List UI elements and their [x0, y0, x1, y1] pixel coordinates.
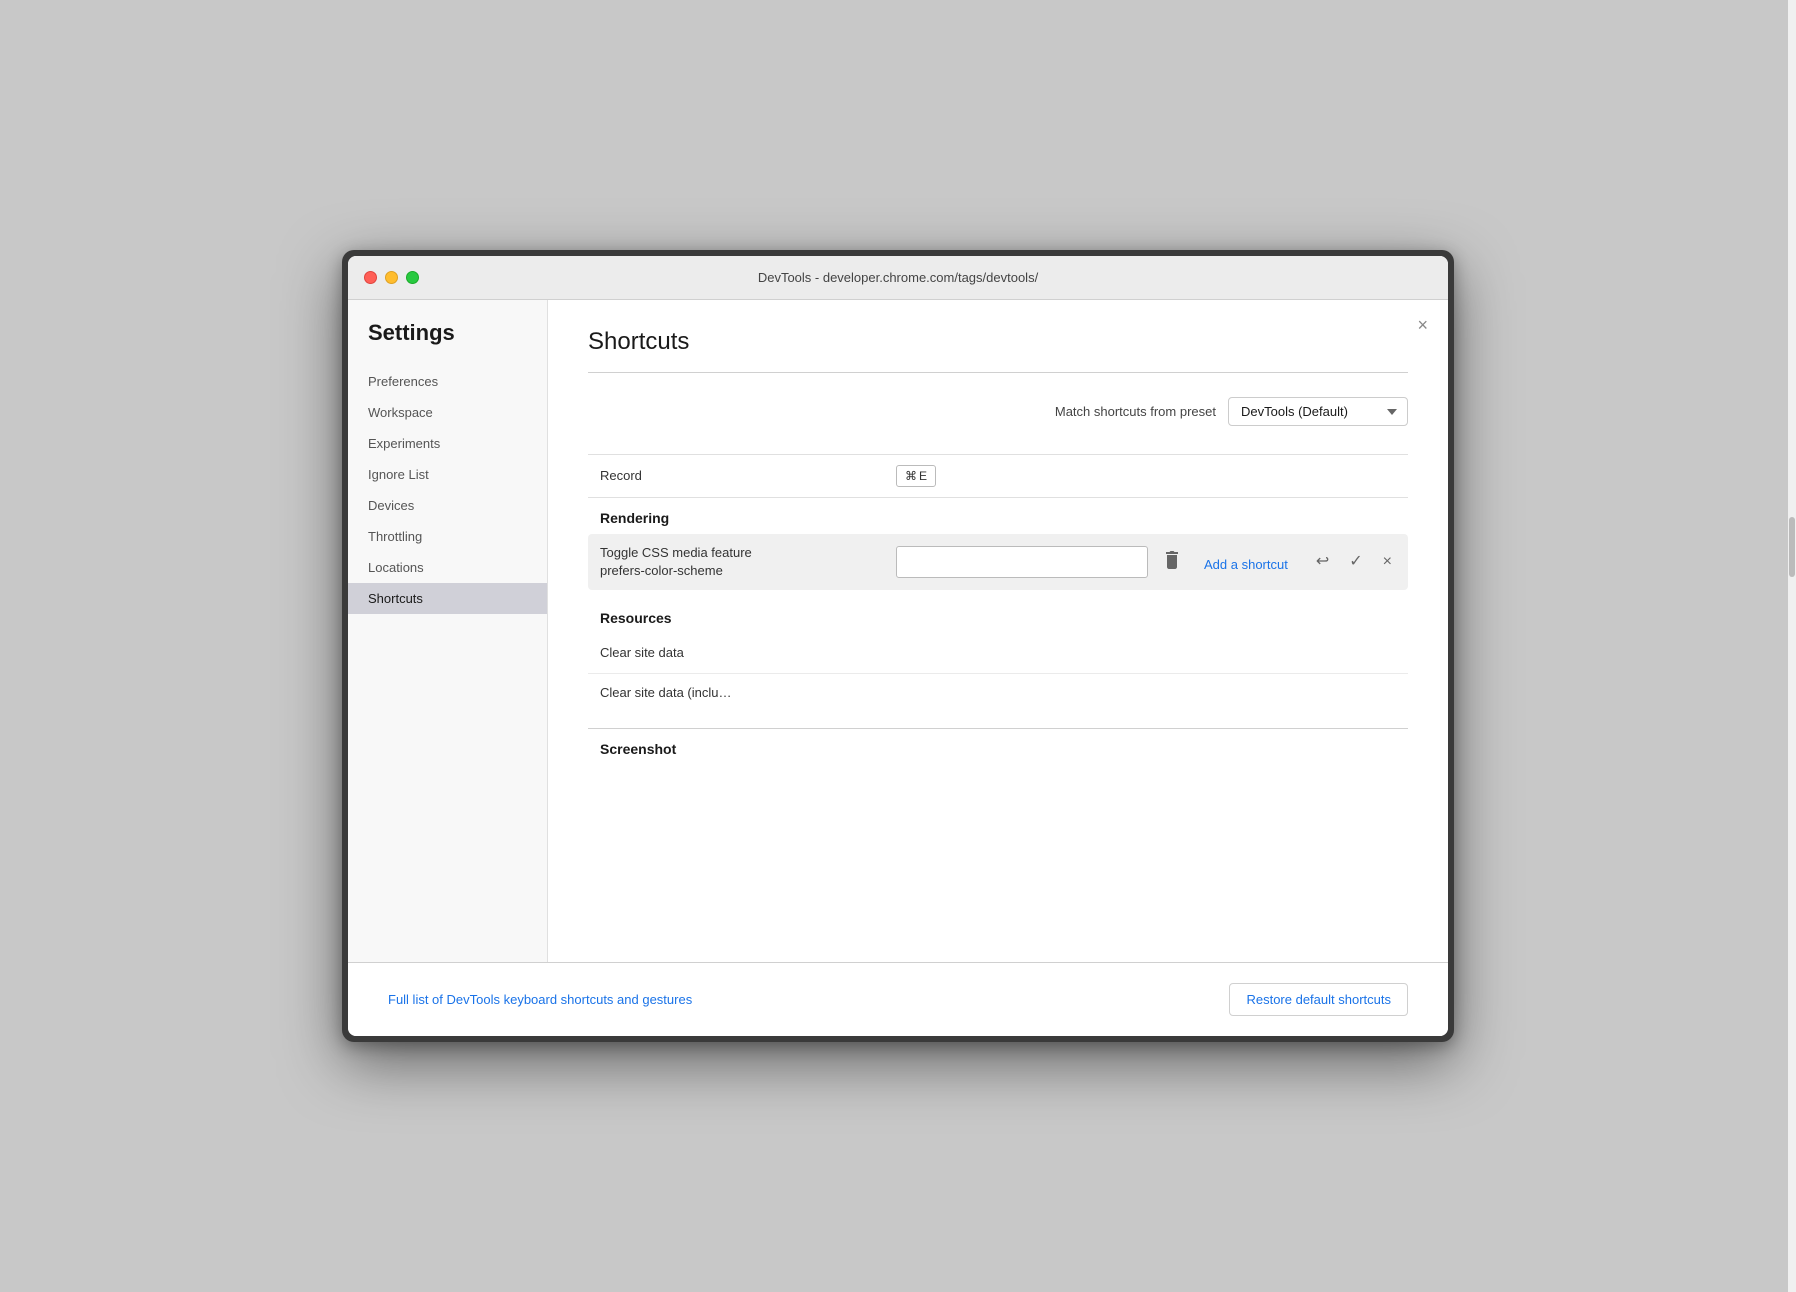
rendering-section: Rendering Toggle CSS media featureprefer…	[588, 498, 1408, 590]
record-keys: ⌘ E	[896, 465, 1396, 487]
traffic-lights	[364, 271, 419, 284]
sidebar-item-ignore-list[interactable]: Ignore List	[348, 459, 547, 490]
clear-site-data-label: Clear site data	[600, 644, 880, 662]
confirm-button[interactable]: ✓	[1345, 550, 1366, 574]
title-divider	[588, 372, 1408, 373]
full-list-link[interactable]: Full list of DevTools keyboard shortcuts…	[388, 992, 692, 1007]
titlebar: DevTools - developer.chrome.com/tags/dev…	[348, 256, 1448, 300]
restore-defaults-button[interactable]: Restore default shortcuts	[1229, 983, 1408, 1016]
shortcut-row-editing: Toggle CSS media featureprefers-color-sc…	[588, 534, 1408, 590]
sidebar-nav: Preferences Workspace Experiments Ignore…	[348, 366, 547, 614]
sidebar-item-experiments[interactable]: Experiments	[348, 428, 547, 459]
record-key-badge: ⌘ E	[896, 465, 936, 487]
footer: Full list of DevTools keyboard shortcuts…	[348, 962, 1448, 1036]
toggle-css-label: Toggle CSS media featureprefers-color-sc…	[600, 544, 880, 580]
preset-select[interactable]: DevTools (Default) Visual Studio Code	[1228, 397, 1408, 426]
resources-section: Resources Clear site data Clear site dat…	[588, 598, 1408, 711]
sidebar: Settings Preferences Workspace Experimen…	[348, 300, 548, 962]
page-title: Shortcuts	[588, 328, 1408, 356]
main-content: × Shortcuts Match shortcuts from preset …	[548, 300, 1448, 962]
sidebar-item-throttling[interactable]: Throttling	[348, 521, 547, 552]
screenshot-section: Screenshot	[588, 729, 1408, 765]
record-key-cmd: ⌘	[905, 469, 917, 483]
sidebar-item-locations[interactable]: Locations	[348, 552, 547, 583]
cancel-edit-button[interactable]: ×	[1379, 550, 1396, 574]
sidebar-item-workspace[interactable]: Workspace	[348, 397, 547, 428]
shortcut-input[interactable]	[896, 546, 1148, 578]
record-label: Record	[600, 467, 880, 485]
close-traffic-light[interactable]	[364, 271, 377, 284]
titlebar-title: DevTools - developer.chrome.com/tags/dev…	[758, 270, 1038, 285]
maximize-traffic-light[interactable]	[406, 271, 419, 284]
settings-title: Settings	[348, 320, 547, 366]
clear-site-data-row: Clear site data	[588, 634, 1408, 673]
record-key-e: E	[919, 469, 927, 483]
trash-icon	[1164, 551, 1180, 569]
add-shortcut-link[interactable]: Add a shortcut	[1204, 557, 1288, 572]
sidebar-item-shortcuts[interactable]: Shortcuts	[348, 583, 547, 614]
content-area: Settings Preferences Workspace Experimen…	[348, 300, 1448, 962]
preset-row: Match shortcuts from preset DevTools (De…	[588, 397, 1408, 426]
edit-confirm-actions: ↩ ✓ ×	[1312, 550, 1396, 574]
editing-actions: Add a shortcut	[1204, 553, 1288, 572]
clear-site-data-inclu-label: Clear site data (inclu…	[600, 684, 880, 702]
editing-controls	[896, 546, 1188, 578]
sidebar-item-preferences[interactable]: Preferences	[348, 366, 547, 397]
app-window: DevTools - developer.chrome.com/tags/dev…	[348, 256, 1448, 1036]
sidebar-item-devices[interactable]: Devices	[348, 490, 547, 521]
record-row: Record ⌘ E	[588, 455, 1408, 497]
close-button[interactable]: ×	[1417, 316, 1428, 334]
delete-shortcut-button[interactable]	[1156, 547, 1188, 578]
window-wrapper: DevTools - developer.chrome.com/tags/dev…	[342, 250, 1454, 1042]
minimize-traffic-light[interactable]	[385, 271, 398, 284]
clear-site-data-inclu-row: Clear site data (inclu…	[588, 674, 1408, 712]
resources-heading: Resources	[588, 598, 1408, 634]
record-section: Record ⌘ E	[588, 454, 1408, 498]
screenshot-heading: Screenshot	[588, 729, 1408, 765]
undo-button[interactable]: ↩	[1312, 550, 1333, 574]
rendering-heading: Rendering	[588, 498, 1408, 534]
preset-label: Match shortcuts from preset	[1055, 404, 1216, 419]
